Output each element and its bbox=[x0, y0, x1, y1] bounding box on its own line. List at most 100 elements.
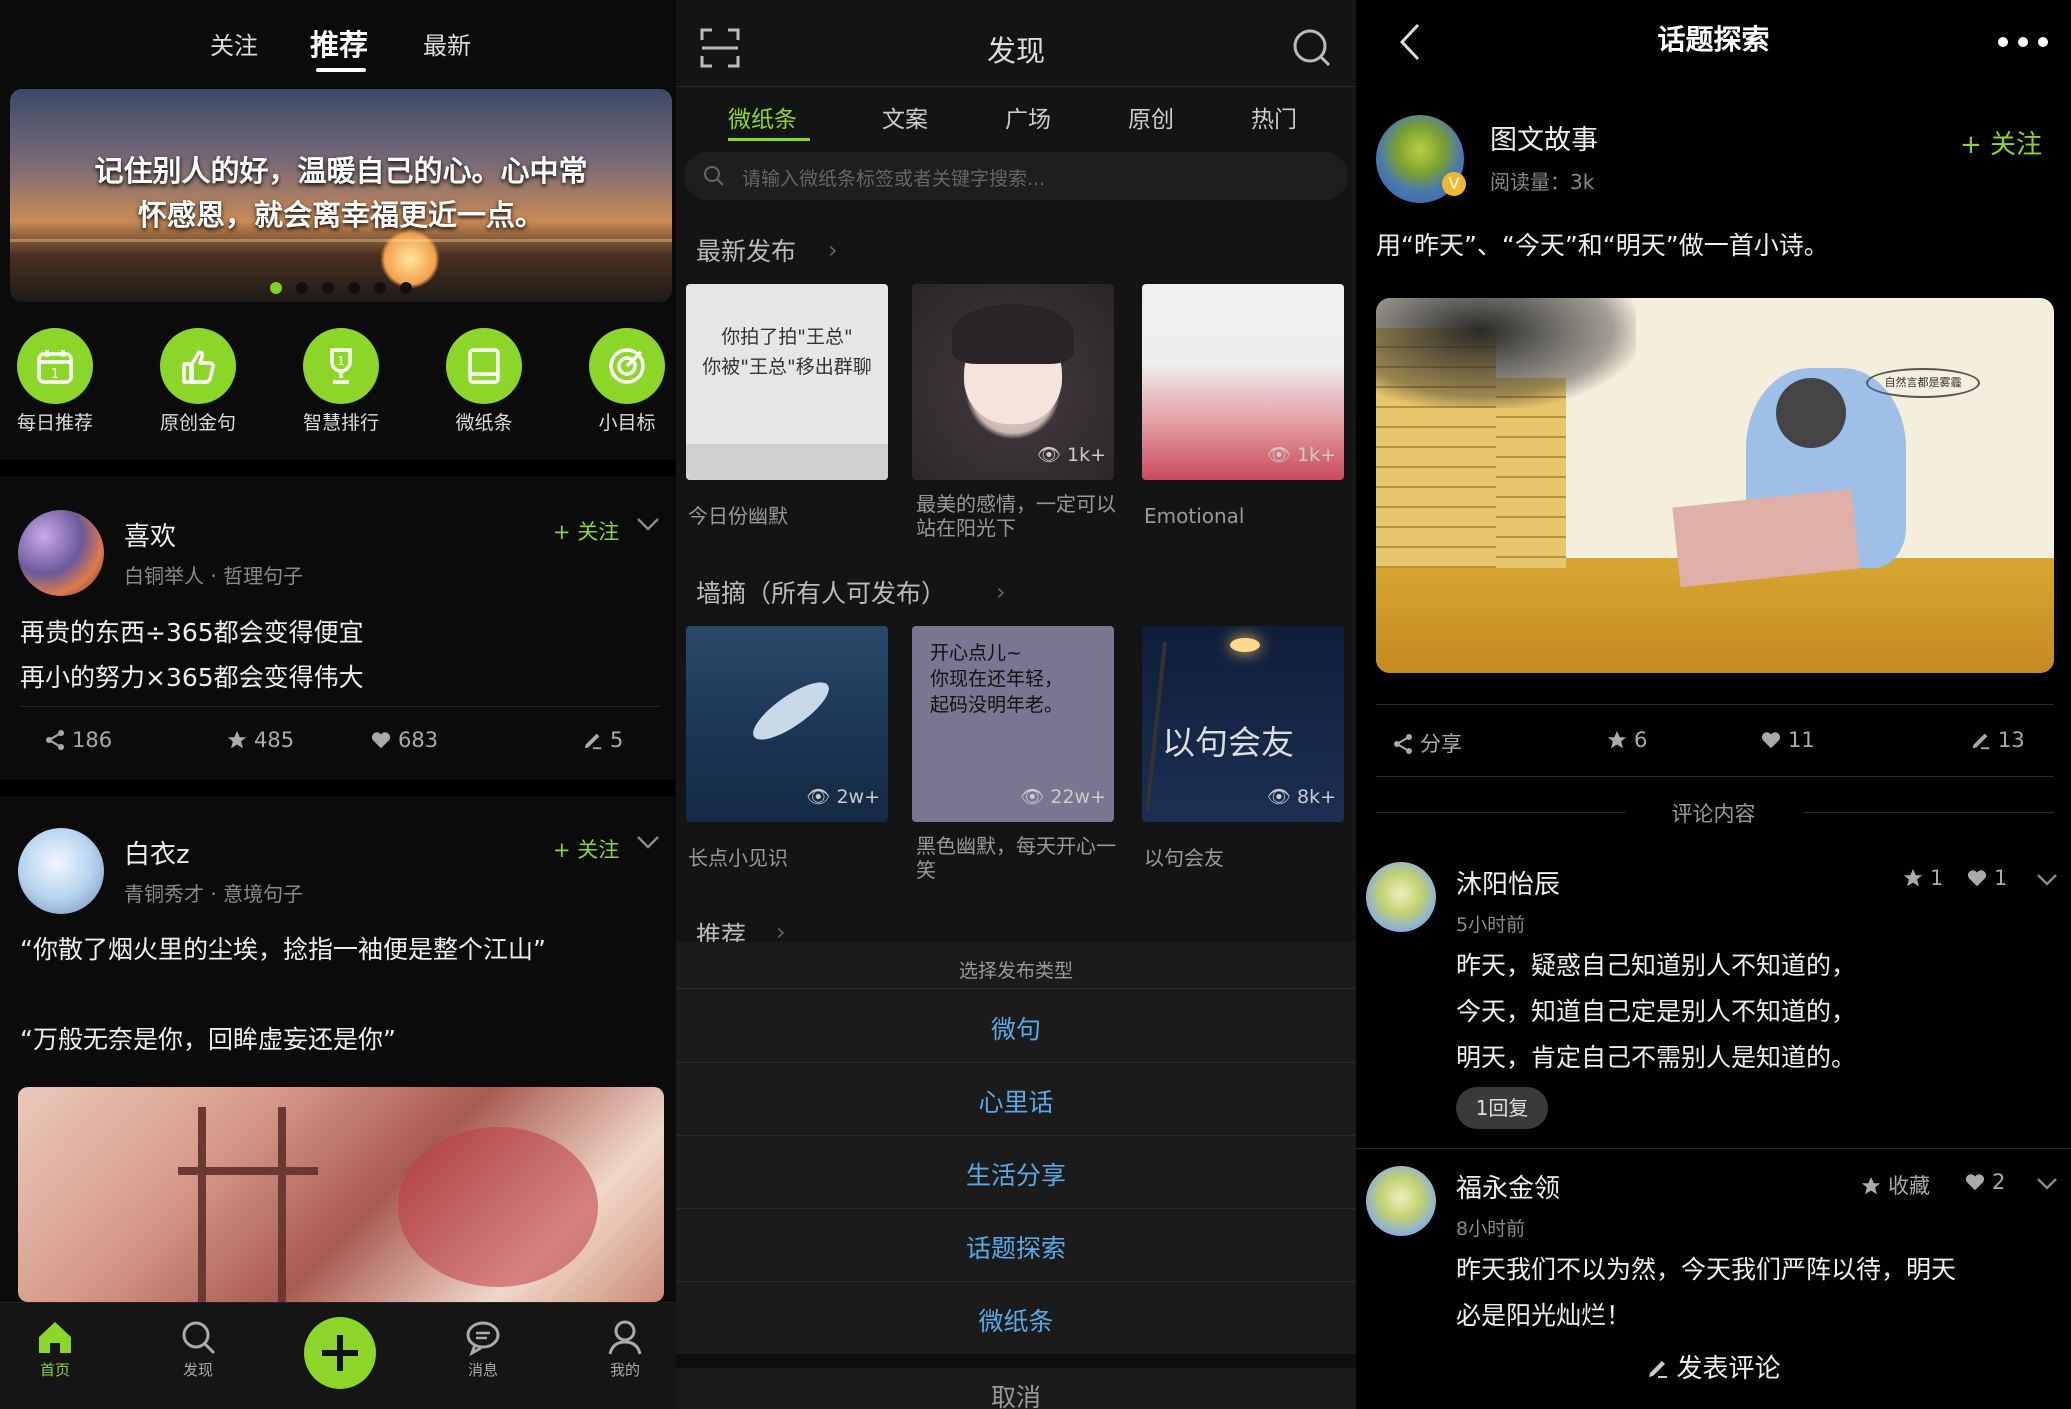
comment-line: 今天，知道自己定是别人不知道的， bbox=[1456, 997, 1857, 1026]
tab-latest[interactable]: 最新 bbox=[423, 26, 471, 61]
chevron-down-icon[interactable] bbox=[2036, 872, 2058, 891]
view-count: 👁 22w+ bbox=[1020, 786, 1106, 808]
post-username[interactable]: 喜欢 bbox=[124, 516, 176, 553]
tab-discover[interactable]: 发现 bbox=[158, 1317, 238, 1380]
view-count: 👁 8k+ bbox=[1266, 786, 1336, 808]
more-icon[interactable] bbox=[1996, 34, 2050, 53]
quick-label-note[interactable]: 微纸条 bbox=[424, 408, 544, 435]
comment-line: 明天，肯定自己不需别人是知道的。 bbox=[1456, 1043, 1857, 1072]
tab-profile[interactable]: 我的 bbox=[585, 1317, 665, 1380]
avatar[interactable] bbox=[1366, 1166, 1436, 1236]
tab-copywriting[interactable]: 文案 bbox=[882, 100, 928, 134]
commenter-name[interactable]: 福永金领 bbox=[1456, 1168, 1560, 1205]
tab-recommend[interactable]: 推荐 bbox=[310, 22, 368, 64]
favorite-button[interactable]: 收藏 bbox=[1860, 1170, 1930, 1200]
option-heart-words[interactable]: 心里话 bbox=[676, 1083, 1356, 1119]
section-wall[interactable]: 墙摘（所有人可发布） bbox=[696, 574, 946, 610]
like-button[interactable]: 683 bbox=[370, 728, 438, 752]
heart-icon bbox=[371, 732, 391, 749]
tab-messages[interactable]: 消息 bbox=[443, 1317, 523, 1380]
share-button[interactable]: 分享 bbox=[1392, 728, 1462, 758]
speech-bubble: 自然言都是雾霾 bbox=[1866, 368, 1980, 398]
tab-home[interactable]: 首页 bbox=[15, 1317, 95, 1380]
star-button[interactable]: 485 bbox=[226, 728, 294, 752]
note-card[interactable]: 开心点儿~ 你现在还年轻， 起码没明年老。 👁 22w+ bbox=[912, 626, 1114, 822]
home-panel: 关注 推荐 最新 记住别人的好，温暖自己的心。心中常怀感恩，就会离幸福更近一点。… bbox=[0, 0, 676, 1409]
tab-note[interactable]: 微纸条 bbox=[728, 100, 797, 134]
plus-icon bbox=[322, 1335, 358, 1371]
search-icon bbox=[704, 166, 724, 186]
avatar[interactable] bbox=[18, 510, 104, 596]
pen-icon bbox=[1649, 1361, 1668, 1378]
like-button[interactable]: 11 bbox=[1760, 728, 1815, 752]
tab-original[interactable]: 原创 bbox=[1128, 100, 1174, 134]
carousel-dots[interactable] bbox=[10, 279, 672, 298]
note-icon[interactable] bbox=[446, 328, 522, 404]
target-icon[interactable] bbox=[589, 328, 665, 404]
post-illustration-image[interactable] bbox=[18, 1087, 664, 1302]
trophy-icon[interactable]: 1 bbox=[303, 328, 379, 404]
topic-illustration-image[interactable]: 自然言都是雾霾 bbox=[1376, 298, 2054, 673]
note-card[interactable]: 👁 1k+ bbox=[912, 284, 1114, 480]
post-user-meta: 青铜秀才 · 意境句子 bbox=[124, 882, 304, 906]
home-icon bbox=[39, 1322, 71, 1353]
star-button[interactable]: 1 bbox=[1902, 866, 1943, 890]
message-icon bbox=[466, 1321, 500, 1357]
calendar-icon[interactable]: 1 bbox=[17, 328, 93, 404]
avatar[interactable] bbox=[1366, 862, 1436, 932]
cancel-button[interactable]: 取消 bbox=[676, 1378, 1356, 1409]
quick-label-original[interactable]: 原创金句 bbox=[138, 408, 258, 435]
pen-icon bbox=[584, 733, 602, 750]
comment-time: 5小时前 bbox=[1456, 914, 1526, 936]
note-card[interactable]: 你拍了拍"王总" 你被"王总"移出群聊 bbox=[686, 284, 888, 480]
chevron-down-icon[interactable] bbox=[636, 834, 660, 854]
reply-count-badge[interactable]: 1回复 bbox=[1456, 1087, 1548, 1129]
option-micro-sentence[interactable]: 微句 bbox=[676, 1010, 1356, 1046]
search-input[interactable]: 请输入微纸条标签或者关键字搜索... bbox=[684, 152, 1348, 200]
post-line: 再小的努力×365都会变得伟大 bbox=[20, 663, 364, 692]
option-micro-note[interactable]: 微纸条 bbox=[676, 1302, 1356, 1338]
card-caption: 今日份幽默 bbox=[688, 504, 788, 528]
chevron-down-icon[interactable] bbox=[636, 516, 660, 536]
quick-label-goal[interactable]: 小目标 bbox=[567, 408, 676, 435]
comment-button[interactable]: 5 bbox=[582, 728, 623, 752]
page-title: 话题探索 bbox=[1657, 23, 1770, 56]
heart-icon bbox=[1967, 870, 1987, 887]
svg-text:1: 1 bbox=[337, 354, 345, 368]
heart-icon bbox=[1761, 732, 1781, 749]
follow-button[interactable]: + 关注 bbox=[553, 516, 619, 546]
commenter-name[interactable]: 沐阳怡辰 bbox=[1456, 864, 1560, 901]
tab-hot[interactable]: 热门 bbox=[1251, 100, 1297, 134]
tab-follow[interactable]: 关注 bbox=[210, 26, 258, 61]
star-icon bbox=[1903, 868, 1923, 887]
search-icon[interactable] bbox=[1292, 28, 1332, 72]
author-name[interactable]: 图文故事 bbox=[1490, 118, 1598, 157]
star-button[interactable]: 6 bbox=[1606, 728, 1647, 752]
post-username[interactable]: 白衣z bbox=[124, 834, 190, 871]
chevron-right-icon[interactable]: › bbox=[996, 578, 1006, 606]
avatar[interactable] bbox=[18, 828, 104, 914]
option-topic-explore[interactable]: 话题探索 bbox=[676, 1229, 1356, 1265]
chevron-right-icon[interactable]: › bbox=[828, 236, 838, 264]
pen-icon bbox=[1972, 733, 1990, 750]
tab-square[interactable]: 广场 bbox=[1005, 100, 1051, 134]
banner-carousel[interactable]: 记住别人的好，温暖自己的心。心中常怀感恩，就会离幸福更近一点。 bbox=[10, 89, 672, 302]
section-latest[interactable]: 最新发布 bbox=[696, 232, 796, 268]
note-card[interactable]: 👁 1k+ bbox=[1142, 284, 1344, 480]
like-button[interactable]: 1 bbox=[1966, 866, 2007, 890]
option-life-sharing[interactable]: 生活分享 bbox=[676, 1156, 1356, 1192]
like-button[interactable]: 2 bbox=[1964, 1170, 2005, 1194]
publish-button[interactable] bbox=[304, 1317, 376, 1389]
note-card[interactable]: 👁 2w+ bbox=[686, 626, 888, 822]
card-caption: Emotional bbox=[1144, 504, 1245, 528]
follow-button[interactable]: + 关注 bbox=[553, 834, 619, 864]
thumbs-up-icon[interactable] bbox=[160, 328, 236, 404]
chevron-down-icon[interactable] bbox=[2036, 1176, 2058, 1195]
comment-button[interactable]: 13 bbox=[1970, 728, 2025, 752]
follow-button[interactable]: + 关注 bbox=[1960, 124, 2042, 161]
post-comment-button[interactable]: 发表评论 bbox=[1356, 1348, 2071, 1385]
quick-label-daily[interactable]: 每日推荐 bbox=[0, 408, 115, 435]
note-card[interactable]: 以句会友 👁 8k+ bbox=[1142, 626, 1344, 822]
share-button[interactable]: 186 bbox=[44, 728, 112, 752]
quick-label-ranking[interactable]: 智慧排行 bbox=[281, 408, 401, 435]
